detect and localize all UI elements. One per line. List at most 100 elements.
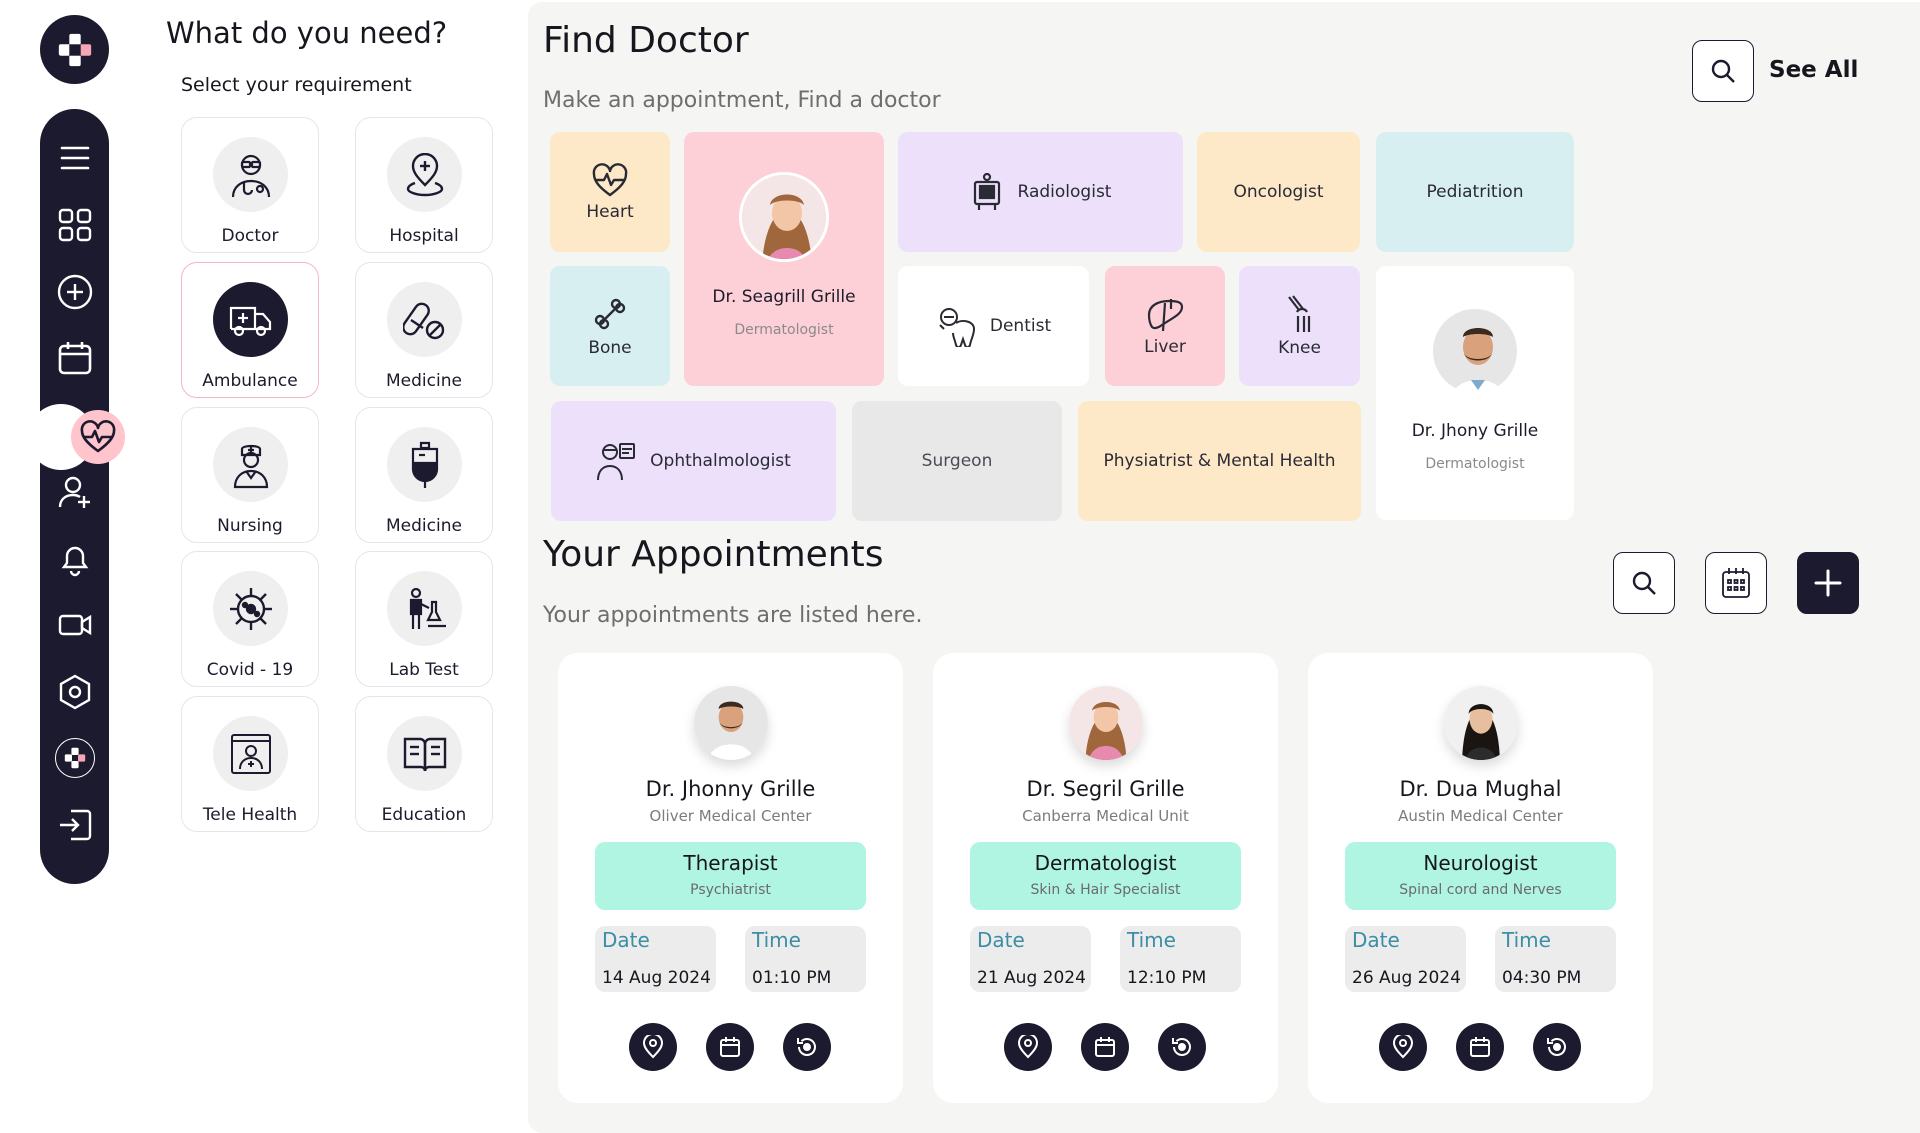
category-liver[interactable]: Liver	[1105, 266, 1225, 386]
reschedule-button[interactable]	[1081, 1023, 1129, 1071]
requirement-covid[interactable]: Covid - 19	[181, 551, 319, 687]
requirement-lab-test[interactable]: Lab Test	[355, 551, 493, 687]
ambulance-icon	[213, 282, 288, 357]
specialty-title: Neurologist	[1423, 851, 1538, 875]
category-physiatrist[interactable]: Physiatrist & Mental Health	[1078, 401, 1361, 521]
time-label: Time	[1127, 928, 1176, 952]
find-doctor-subtitle: Make an appointment, Find a doctor	[543, 88, 941, 113]
appointment-specialty[interactable]: Dermatologist Skin & Hair Specialist	[970, 842, 1241, 910]
category-ophthalmologist[interactable]: Ophthalmologist	[551, 401, 836, 521]
category-label: Bone	[588, 338, 632, 358]
featured-doctor-card[interactable]: Dr. Jhony Grille Dermatologist	[1376, 266, 1574, 520]
sidebar-item-notifications[interactable]	[40, 532, 109, 586]
category-knee[interactable]: Knee	[1239, 266, 1360, 386]
calendar-icon	[720, 1037, 740, 1057]
add-appointment-button[interactable]	[1797, 552, 1859, 614]
doctor-name: Dr. Jhony Grille	[1411, 421, 1539, 441]
requirement-medicine[interactable]: Medicine	[355, 262, 493, 398]
location-button[interactable]	[629, 1023, 677, 1071]
sidebar-item-logout[interactable]	[40, 798, 109, 852]
requirement-ambulance[interactable]: Ambulance	[181, 262, 319, 398]
reschedule-button[interactable]	[1456, 1023, 1504, 1071]
category-label: Heart	[586, 202, 634, 222]
app-logo[interactable]	[40, 15, 109, 84]
sidebar-item-dashboard[interactable]	[40, 198, 109, 252]
sidebar-item-profile[interactable]	[40, 465, 109, 519]
category-oncologist[interactable]: Oncologist	[1197, 132, 1360, 252]
sidebar-item-settings[interactable]	[40, 665, 109, 719]
calendar-icon	[1095, 1037, 1115, 1057]
requirement-medicine-2[interactable]: Medicine	[355, 407, 493, 543]
lab-test-icon	[387, 571, 462, 646]
category-dentist[interactable]: Dentist	[898, 266, 1089, 386]
calendar-grid-icon	[1722, 568, 1750, 598]
search-doctor-button[interactable]	[1692, 40, 1754, 102]
history-icon	[1172, 1038, 1191, 1056]
category-radiologist[interactable]: Radiologist	[898, 132, 1183, 252]
requirement-hospital[interactable]: Hospital	[355, 117, 493, 253]
logout-icon	[59, 809, 91, 841]
category-bone[interactable]: Bone	[550, 266, 670, 386]
sidebar-item-video[interactable]	[40, 598, 109, 652]
appointment-time: Time 04:30 PM	[1495, 926, 1616, 992]
location-button[interactable]	[1004, 1023, 1052, 1071]
date-value: 21 Aug 2024	[977, 968, 1086, 988]
active-indicator	[71, 410, 125, 464]
calendar-view-button[interactable]	[1705, 552, 1767, 614]
appointment-time: Time 01:10 PM	[745, 926, 866, 992]
brand-cross-icon	[64, 747, 85, 769]
specialty-title: Dermatologist	[1034, 851, 1177, 875]
requirement-label: Lab Test	[389, 660, 459, 680]
featured-doctor-card[interactable]: Dr. Seagrill Grille Dermatologist	[684, 132, 884, 386]
category-heart[interactable]: Heart	[550, 132, 670, 252]
history-button[interactable]	[1158, 1023, 1206, 1071]
category-surgeon[interactable]: Surgeon	[852, 401, 1062, 521]
virus-icon	[213, 571, 288, 646]
requirement-doctor[interactable]: Doctor	[181, 117, 319, 253]
sidebar-item-brand[interactable]	[40, 731, 109, 785]
heartbeat-icon	[80, 420, 116, 453]
history-button[interactable]	[1533, 1023, 1581, 1071]
sidebar-item-menu[interactable]	[40, 131, 109, 185]
doctor-avatar	[1068, 686, 1143, 760]
date-label: Date	[977, 928, 1025, 952]
appointments-subtitle: Your appointments are listed here.	[543, 603, 923, 628]
requirement-label: Covid - 19	[206, 660, 294, 680]
see-all-link[interactable]: See All	[1769, 57, 1858, 83]
date-value: 14 Aug 2024	[602, 968, 711, 988]
date-label: Date	[602, 928, 650, 952]
appointment-date: Date 26 Aug 2024	[1345, 926, 1466, 992]
grid-icon	[58, 208, 91, 242]
requirement-tele-health[interactable]: Tele Health	[181, 696, 319, 832]
history-icon	[797, 1038, 816, 1056]
location-button[interactable]	[1379, 1023, 1427, 1071]
requirement-label: Tele Health	[202, 805, 298, 825]
sidebar-item-calendar[interactable]	[40, 331, 109, 385]
appointment-card: Dr. Segril Grille Canberra Medical Unit …	[933, 653, 1278, 1103]
appointment-doctor-name: Dr. Dua Mughal	[1399, 777, 1562, 801]
search-appointments-button[interactable]	[1613, 552, 1675, 614]
specialty-subtitle: Spinal cord and Nerves	[1399, 882, 1562, 898]
appointment-card: Dr. Jhonny Grille Oliver Medical Center …	[558, 653, 903, 1103]
time-value: 04:30 PM	[1502, 968, 1582, 988]
appointment-specialty[interactable]: Therapist Psychiatrist	[595, 842, 866, 910]
hexagon-settings-icon	[59, 674, 90, 710]
sidebar-item-add[interactable]	[40, 265, 109, 319]
reschedule-button[interactable]	[706, 1023, 754, 1071]
book-icon	[387, 716, 462, 791]
requirement-nursing[interactable]: Nursing	[181, 407, 319, 543]
category-pediatrition[interactable]: Pediatrition	[1376, 132, 1574, 252]
category-label: Pediatrition	[1426, 182, 1524, 202]
video-icon	[58, 614, 91, 636]
appointment-center: Canberra Medical Unit	[1022, 807, 1189, 825]
category-label: Liver	[1144, 337, 1186, 357]
history-button[interactable]	[783, 1023, 831, 1071]
appointment-specialty[interactable]: Neurologist Spinal cord and Nerves	[1345, 842, 1616, 910]
requirement-education[interactable]: Education	[355, 696, 493, 832]
doctor-photo	[1430, 306, 1520, 396]
appointment-date: Date 14 Aug 2024	[595, 926, 716, 992]
sidebar-item-health[interactable]	[28, 404, 128, 470]
specialty-subtitle: Skin & Hair Specialist	[1030, 882, 1181, 898]
specialty-subtitle: Psychiatrist	[690, 882, 771, 898]
category-label: Surgeon	[921, 451, 993, 471]
